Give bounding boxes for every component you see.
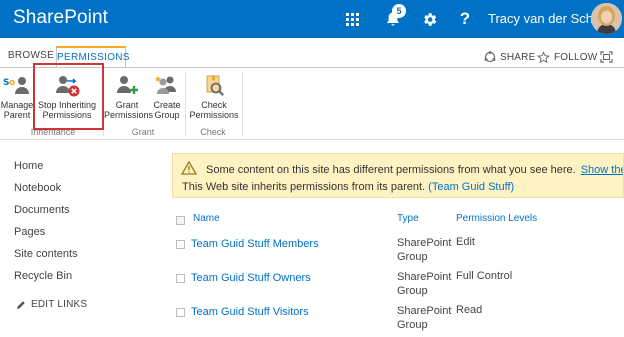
- share-button[interactable]: SHARE: [484, 51, 535, 63]
- column-header-type[interactable]: Type: [397, 213, 419, 224]
- notification-badge: 5: [392, 4, 406, 18]
- create-group-line1: Create: [153, 100, 181, 110]
- grant-permissions-icon: [117, 76, 138, 94]
- permissions-notice: Some content on this site has different …: [172, 153, 624, 198]
- check-permissions-line2: Permissions: [189, 110, 239, 120]
- manage-parent-line1: Manage: [0, 100, 34, 110]
- share-icon: [484, 51, 496, 63]
- row-checkbox[interactable]: [176, 308, 185, 317]
- manage-parent-line2: Parent: [3, 110, 31, 120]
- permission-level: Full Control: [456, 270, 513, 282]
- check-permissions-button[interactable]: Check Permissions: [188, 74, 240, 120]
- highlight-annotation: [33, 63, 104, 130]
- notice-line-2: This Web site inherits permissions from …: [182, 181, 514, 193]
- svg-text:o: o: [9, 78, 15, 88]
- table-row: Team Guid Stuff Visitors SharePoint Grou…: [174, 302, 624, 336]
- notice-line-1: Some content on this site has different …: [206, 164, 623, 176]
- star-icon: [537, 51, 550, 64]
- pencil-icon: [17, 300, 25, 309]
- group-type: SharePoint Group: [397, 271, 452, 297]
- edit-links-label: EDIT LINKS: [31, 299, 88, 310]
- column-header-name[interactable]: Name: [193, 213, 220, 224]
- ribbon-divider: [242, 72, 243, 136]
- nav-item-documents[interactable]: Documents: [14, 202, 154, 224]
- check-permissions-icon: [206, 75, 224, 96]
- permission-level: Edit: [456, 236, 475, 248]
- focus-content-button[interactable]: [600, 51, 613, 63]
- follow-button[interactable]: FOLLOW: [537, 51, 597, 64]
- edit-links-button[interactable]: EDIT LINKS: [16, 299, 87, 310]
- gear-icon: [423, 12, 436, 26]
- waffle-icon: [345, 12, 359, 26]
- ribbon-group-grant: Grant: [131, 127, 155, 137]
- group-type: SharePoint Group: [397, 237, 452, 263]
- group-type: SharePoint Group: [397, 305, 452, 331]
- nav-item-notebook[interactable]: Notebook: [14, 180, 154, 202]
- settings-button[interactable]: [412, 0, 446, 38]
- table-row: Team Guid Stuff Owners SharePoint Group …: [174, 268, 624, 302]
- select-all-checkbox[interactable]: [176, 216, 185, 225]
- parent-site-link[interactable]: (Team Guid Stuff): [428, 181, 514, 193]
- column-header-permission-levels[interactable]: Permission Levels: [456, 213, 537, 224]
- suite-bar: SharePoint 5 ? Tracy van der Schyff: [0, 0, 624, 38]
- nav-item-recycle-bin[interactable]: Recycle Bin: [14, 268, 154, 290]
- check-permissions-line1: Check: [201, 100, 227, 110]
- app-brand[interactable]: SharePoint: [13, 7, 108, 29]
- inherit-text: This Web site inherits permissions from …: [182, 181, 426, 193]
- group-name-link[interactable]: Team Guid Stuff Owners: [191, 272, 311, 284]
- help-icon: ?: [459, 9, 471, 28]
- user-name[interactable]: Tracy van der Schyff: [488, 11, 607, 26]
- group-name-link[interactable]: Team Guid Stuff Members: [191, 238, 319, 250]
- grant-permissions-button[interactable]: Grant Permissions: [104, 74, 154, 120]
- create-group-icon: [155, 76, 176, 94]
- grant-permissions-line2: Permissions: [104, 110, 154, 120]
- focus-icon: [600, 51, 613, 63]
- notifications-button[interactable]: 5: [374, 0, 412, 38]
- follow-label: FOLLOW: [554, 52, 598, 63]
- nav-item-home[interactable]: Home: [14, 158, 154, 180]
- warning-icon: [181, 161, 197, 175]
- notice-message: Some content on this site has different …: [206, 164, 576, 176]
- quick-launch-nav: Home Notebook Documents Pages Site conte…: [14, 158, 154, 290]
- row-checkbox[interactable]: [176, 274, 185, 283]
- show-these-items-link[interactable]: Show these items.: [581, 164, 623, 176]
- create-group-line2: Group: [154, 110, 180, 120]
- avatar[interactable]: [591, 3, 622, 34]
- share-label: SHARE: [500, 51, 536, 63]
- manage-parent-icon: S o: [3, 77, 29, 94]
- nav-item-pages[interactable]: Pages: [14, 224, 154, 246]
- permission-level: Read: [456, 304, 483, 316]
- ribbon-group-check: Check: [200, 127, 226, 137]
- row-checkbox[interactable]: [176, 240, 185, 249]
- nav-item-site-contents[interactable]: Site contents: [14, 246, 154, 268]
- table-row: Team Guid Stuff Members SharePoint Group…: [174, 234, 624, 268]
- user-photo-icon: [591, 3, 622, 34]
- manage-parent-button[interactable]: S o Manage Parent: [0, 74, 34, 120]
- create-group-button[interactable]: Create Group: [152, 74, 182, 120]
- group-name-link[interactable]: Team Guid Stuff Visitors: [191, 306, 309, 318]
- help-button[interactable]: ?: [448, 0, 482, 38]
- app-launcher-button[interactable]: [335, 0, 369, 38]
- ribbon-divider: [185, 72, 186, 136]
- grant-permissions-line1: Grant: [115, 100, 139, 110]
